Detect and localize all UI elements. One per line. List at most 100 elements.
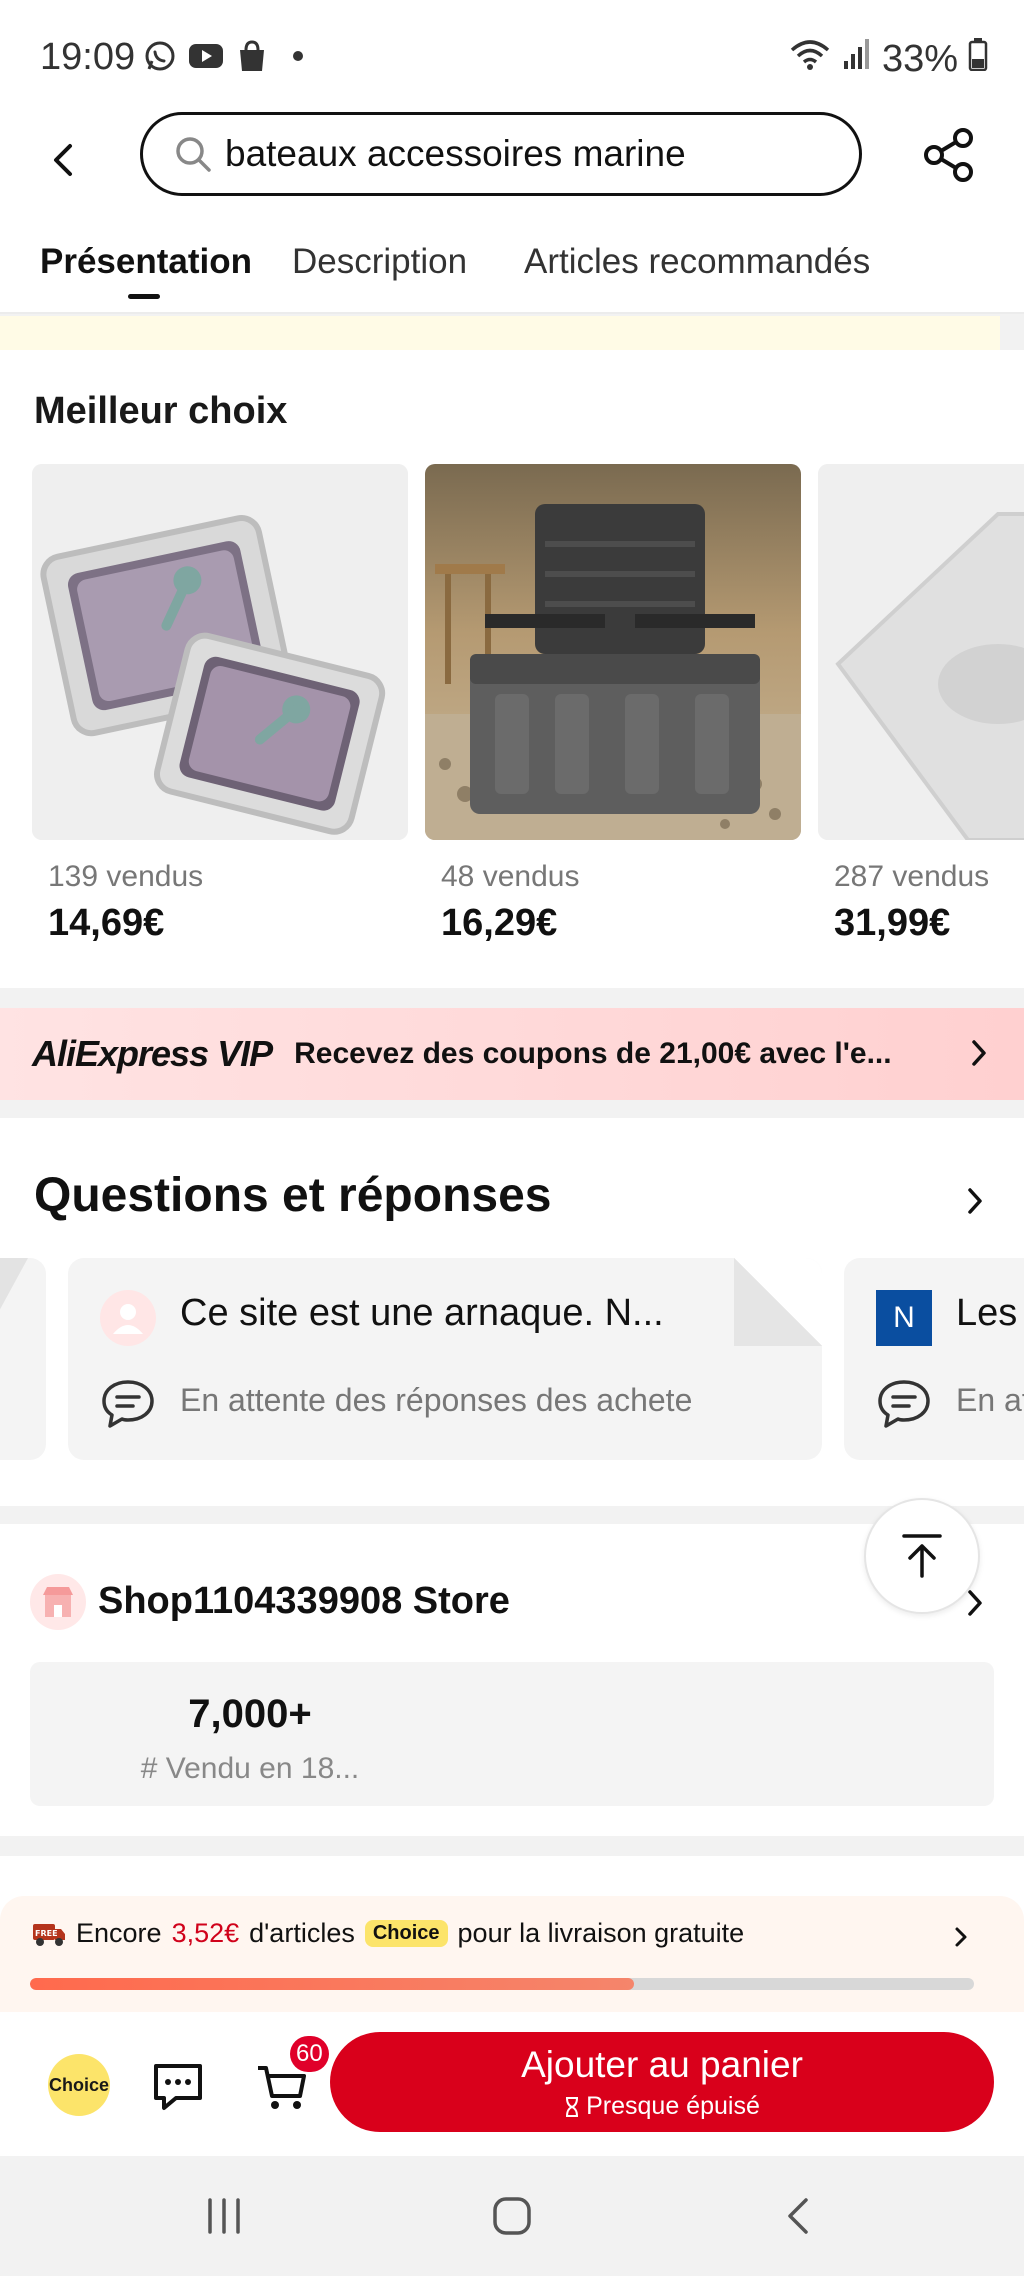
back-icon [788,2198,808,2234]
back-arrow-icon [54,144,72,176]
share-icon [924,128,973,182]
store-sold-label: # Vendu en 18... [140,1752,360,1785]
stock-note: Presque épuisé [330,2092,994,2121]
avatar: N [876,1290,932,1346]
battery-icon [968,37,988,81]
signal-icon [842,37,872,81]
product-price: 31,99€ [834,902,951,944]
search-input[interactable]: bateaux accessoires marine [140,112,862,196]
system-status: 33% [788,36,988,82]
store-icon [43,1587,73,1617]
store-sold-value: 7,000+ [188,1692,312,1736]
free-shipping-progress [30,1978,974,1990]
add-to-cart-button[interactable]: Ajouter au panier Presque épuisé [330,2032,994,2132]
home-icon [493,2197,531,2235]
best-choice-title: Meilleur choix [34,390,288,432]
shipping-amount: 3,52€ [171,1918,240,1948]
free-shipping-row: FREE Encore 3,52€ d'articles Choice pour… [32,1918,744,1949]
qa-answer-status: En at [956,1382,1024,1418]
chevron-right-icon [968,1188,982,1214]
product-image-storage-box-seat [425,464,801,840]
qa-answer-status: En attente des réponses des achete [180,1382,693,1418]
questions-answers-section: Questions et réponses Ce site est une ar… [0,1118,1024,1506]
status-bar: 19:09 33% [0,0,1024,110]
bottom-action-bar: Choice 60 Ajouter au panier Presque épui… [0,2012,1024,2156]
product-card[interactable]: 48 vendus 16,29€ [425,464,801,945]
free-shipping-banner[interactable]: FREE Encore 3,52€ d'articles Choice pour… [0,1896,1024,2012]
section-tabs: Présentation Description Articles recomm… [0,210,1024,314]
vip-coupon-text: Recevez des coupons de 21,00€ avec l'e..… [294,1037,892,1070]
choice-button[interactable]: Choice [48,2054,110,2116]
arrow-up-to-top-icon [902,1534,942,1578]
qa-card[interactable]: N Les En at [844,1258,1024,1460]
qa-title: Questions et réponses [34,1169,552,1222]
store-stats: 7,000+ # Vendu en 18... [30,1662,994,1806]
stock-note-text: Presque épuisé [586,2092,760,2120]
shipping-middle: d'articles [249,1918,355,1948]
free-delivery-truck-icon: FREE [33,1923,65,1946]
qa-card-fold [0,1258,28,1346]
chat-bubble-icon [876,1378,932,1435]
shipping-suffix: pour la livraison gratuite [457,1918,745,1948]
chevron-right-icon [968,1590,982,1616]
progress-fill [30,1978,635,1990]
qa-more-button[interactable] [966,1186,984,1221]
product-image-hatches [32,464,408,840]
tab-description[interactable]: Description [292,242,467,282]
back-to-top-button[interactable] [864,1498,980,1614]
cart-count-badge: 60 [290,2036,329,2072]
free-shipping-section: FREE Encore 3,52€ d'articles Choice pour… [0,1856,1024,2012]
tab-presentation[interactable]: Présentation [40,242,252,282]
hourglass-icon [566,2096,579,2117]
avatar [100,1290,156,1346]
add-to-cart-label: Ajouter au panier [521,2044,803,2085]
chat-bubble-icon [100,1378,156,1435]
product-sold-count: 48 vendus [441,860,580,893]
product-price: 14,69€ [48,902,165,944]
store-open-button[interactable] [966,1588,984,1623]
chevron-right-icon [954,1926,968,1953]
wifi-icon [788,36,832,82]
recent-apps-icon [208,2198,240,2234]
user-icon [113,1304,143,1334]
message-button[interactable] [150,2058,206,2114]
search-icon [176,137,211,172]
home-button[interactable] [482,2186,542,2246]
system-nav-bar [0,2156,1024,2276]
qa-question: Les [956,1292,1018,1334]
whatsapp-icon [142,38,178,74]
aliexpress-vip-logo: AliExpress VIP [32,1033,273,1074]
shipping-prefix: Encore [76,1918,162,1948]
back-button[interactable] [48,130,88,190]
shopping-bag-icon [234,38,270,74]
store-logo [30,1574,86,1630]
notice-strip [0,316,1000,350]
svg-text:FREE: FREE [35,1929,58,1938]
qa-question: Ce site est une arnaque. N... [180,1292,664,1334]
store-name[interactable]: Shop1104339908 Store [98,1580,510,1623]
product-sold-count: 287 vendus [834,860,990,893]
search-query: bateaux accessoires marine [225,133,686,174]
battery-level: 33% [881,37,958,80]
qa-card-previous[interactable] [0,1258,46,1460]
search-header: bateaux accessoires marine [0,110,1024,210]
notification-icons [142,38,316,74]
product-card[interactable]: 139 vendus 14,69€ [32,464,408,945]
vip-banner[interactable]: AliExpress VIP Recevez des coupons de 21… [0,1008,1024,1100]
best-choice-section: Meilleur choix 139 vendus 14,69€ 48 vend… [0,350,1024,988]
qa-card-fold [734,1258,822,1346]
share-button[interactable] [920,126,978,184]
active-tab-indicator [128,294,160,299]
product-price: 16,29€ [441,902,558,944]
system-back-button[interactable] [770,2186,830,2246]
recent-apps-button[interactable] [194,2186,254,2246]
qa-card[interactable]: Ce site est une arnaque. N... En attente… [68,1258,822,1460]
status-time: 19:09 [40,36,136,78]
product-card[interactable]: 287 vendus 31,99€ [818,464,1024,945]
tab-recommended[interactable]: Articles recommandés [524,242,870,282]
youtube-icon [188,38,224,74]
product-sold-count: 139 vendus [48,860,204,893]
chevron-right-icon [970,1038,988,1073]
dot-icon [280,38,316,74]
product-image-deck-plate [818,464,1024,840]
